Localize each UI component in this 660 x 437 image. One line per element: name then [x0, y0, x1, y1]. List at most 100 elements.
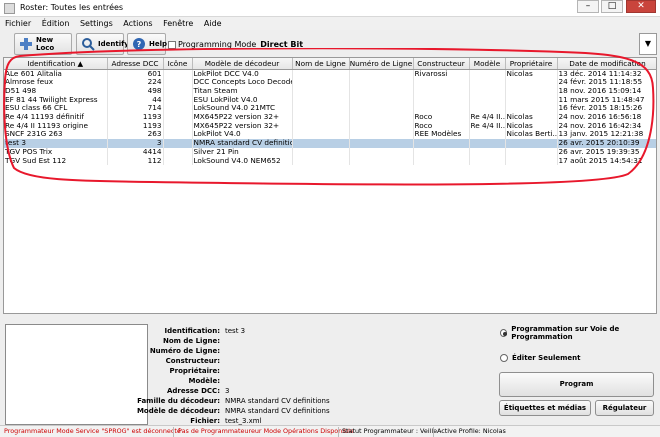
cell-modified-date[interactable]: 24 févr. 2015 11:18:55 [557, 78, 656, 87]
menu-aide[interactable]: Aide [201, 17, 225, 30]
cell-owner[interactable] [505, 139, 558, 148]
cell-decoder-model[interactable]: NMRA standard CV definitions [192, 139, 293, 148]
column-header-owner[interactable]: Propriétaire [505, 58, 558, 70]
close-button[interactable]: ✕ [626, 0, 656, 13]
minimize-button[interactable]: – [577, 0, 599, 13]
cell-identification[interactable]: ESU class 66 CFL [4, 104, 108, 114]
table-row[interactable]: ALe 601 Alitalia 601 LokPilot DCC V4.0 Riva… [4, 69, 656, 79]
table-row[interactable]: TGV Sud Est 112 112 LokSound V4.0 NEM652 17… [4, 156, 656, 166]
cell-owner[interactable] [505, 78, 558, 87]
cell-owner[interactable]: Nicolas [505, 69, 558, 79]
cell-model[interactable] [469, 139, 506, 148]
cell-identification[interactable]: Re 4/4 II 11193 origine [4, 121, 108, 131]
cell-model[interactable]: Re 4/4 II... [469, 121, 506, 131]
program-button[interactable]: Program [499, 372, 654, 397]
cell-model[interactable] [469, 104, 506, 114]
cell-road-name[interactable] [292, 147, 350, 157]
cell-dcc-address[interactable]: 601 [107, 69, 164, 79]
cell-road-name[interactable] [292, 113, 350, 122]
cell-manufacturer[interactable]: Roco [413, 113, 470, 122]
help-button[interactable]: ? Help [127, 33, 167, 55]
cell-icon[interactable] [163, 156, 193, 166]
programming-mode-toggle[interactable]: Programming Mode Direct Bit [168, 40, 303, 49]
cell-identification[interactable]: TGV POS Trix [4, 147, 108, 157]
cell-identification[interactable]: Re 4/4 11193 définitif [4, 113, 108, 122]
cell-decoder-model[interactable]: Titan Steam [192, 86, 293, 96]
cell-dcc-address[interactable]: 263 [107, 130, 164, 140]
table-row[interactable]: EF 81 44 Twilight Express 44 ESU LokPilot … [4, 95, 656, 105]
cell-road-name[interactable] [292, 130, 350, 140]
cell-manufacturer[interactable] [413, 104, 470, 114]
cell-icon[interactable] [163, 69, 193, 79]
cell-dcc-address[interactable]: 4414 [107, 147, 164, 157]
cell-road-number[interactable] [349, 156, 414, 166]
cell-owner[interactable] [505, 104, 558, 114]
cell-road-number[interactable] [349, 95, 414, 105]
cell-road-number[interactable] [349, 86, 414, 96]
cell-model[interactable] [469, 95, 506, 105]
cell-decoder-model[interactable]: DCC Concepts Loco Decoders [192, 78, 293, 87]
cell-model[interactable] [469, 147, 506, 157]
cell-icon[interactable] [163, 104, 193, 114]
table-row[interactable]: test 3 3 NMRA standard CV definitions 26 av… [4, 139, 656, 148]
cell-identification[interactable]: SNCF 231G 263 [4, 130, 108, 140]
cell-dcc-address[interactable]: 1193 [107, 113, 164, 122]
cell-model[interactable] [469, 78, 506, 87]
cell-road-name[interactable] [292, 104, 350, 114]
cell-dcc-address[interactable]: 714 [107, 104, 164, 114]
cell-icon[interactable] [163, 121, 193, 131]
table-row[interactable]: Almrose feux 224 DCC Concepts Loco Decoder… [4, 78, 656, 87]
cell-decoder-model[interactable]: ESU LokPilot V4.0 [192, 95, 293, 105]
cell-manufacturer[interactable] [413, 139, 470, 148]
cell-modified-date[interactable]: 17 août 2015 14:54:31 [557, 156, 656, 166]
radio-programming-track-dot[interactable] [500, 329, 508, 337]
cell-decoder-model[interactable]: LokSound V4.0 21MTC [192, 104, 293, 114]
cell-dcc-address[interactable]: 1193 [107, 121, 164, 131]
column-header-manufacturer[interactable]: Constructeur [413, 58, 470, 70]
cell-model[interactable] [469, 156, 506, 166]
cell-decoder-model[interactable]: Silver 21 Pin [192, 147, 293, 157]
table-row[interactable]: Re 4/4 II 11193 origine 1193 MX645P22 vers… [4, 121, 656, 131]
cell-icon[interactable] [163, 139, 193, 148]
cell-road-name[interactable] [292, 69, 350, 79]
cell-decoder-model[interactable]: LokPilot V4.0 [192, 130, 293, 140]
cell-road-number[interactable] [349, 69, 414, 79]
cell-road-name[interactable] [292, 86, 350, 96]
column-header-decoder-model[interactable]: Modèle de décodeur [192, 58, 293, 70]
cell-owner[interactable]: Nicolas Berti... [505, 130, 558, 140]
cell-model[interactable] [469, 130, 506, 140]
cell-icon[interactable] [163, 147, 193, 157]
cell-model[interactable] [469, 86, 506, 96]
column-header-model[interactable]: Modèle [469, 58, 506, 70]
cell-manufacturer[interactable]: REE Modèles [413, 130, 470, 140]
maximize-button[interactable]: □ [601, 0, 623, 13]
cell-road-name[interactable] [292, 121, 350, 131]
cell-modified-date[interactable]: 24 nov. 2016 16:42:34 [557, 121, 656, 131]
new-loco-button[interactable]: New Loco [14, 33, 72, 55]
cell-owner[interactable] [505, 147, 558, 157]
cell-road-name[interactable] [292, 95, 350, 105]
programming-mode-checkbox[interactable] [168, 40, 176, 49]
table-row[interactable]: TGV POS Trix 4414 Silver 21 Pin 26 avr. 201… [4, 147, 656, 157]
cell-owner[interactable]: Nicolas [505, 113, 558, 122]
table-row[interactable]: D51 498 498 Titan Steam 18 nov. 2016 15:09:… [4, 86, 656, 96]
cell-icon[interactable] [163, 95, 193, 105]
cell-road-number[interactable] [349, 147, 414, 157]
cell-icon[interactable] [163, 86, 193, 96]
table-row[interactable]: ESU class 66 CFL 714 LokSound V4.0 21MTC 16… [4, 104, 656, 114]
cell-modified-date[interactable]: 13 déc. 2014 11:14:32 [557, 69, 656, 79]
cell-owner[interactable] [505, 86, 558, 96]
column-header-identification[interactable]: Identification ▲ [4, 58, 108, 70]
cell-icon[interactable] [163, 78, 193, 87]
cell-dcc-address[interactable]: 44 [107, 95, 164, 105]
cell-manufacturer[interactable] [413, 95, 470, 105]
identify-button[interactable]: Identify [76, 33, 129, 55]
cell-modified-date[interactable]: 26 avr. 2015 20:10:39 [557, 139, 656, 148]
cell-modified-date[interactable]: 18 nov. 2016 15:09:14 [557, 86, 656, 96]
cell-road-name[interactable] [292, 139, 350, 148]
cell-road-number[interactable] [349, 121, 414, 131]
column-header-dcc-address[interactable]: Adresse DCC [107, 58, 164, 70]
cell-decoder-model[interactable]: LokSound V4.0 NEM652 [192, 156, 293, 166]
table-row[interactable]: SNCF 231G 263 263 LokPilot V4.0 REE Modèles… [4, 130, 656, 140]
cell-icon[interactable] [163, 113, 193, 122]
